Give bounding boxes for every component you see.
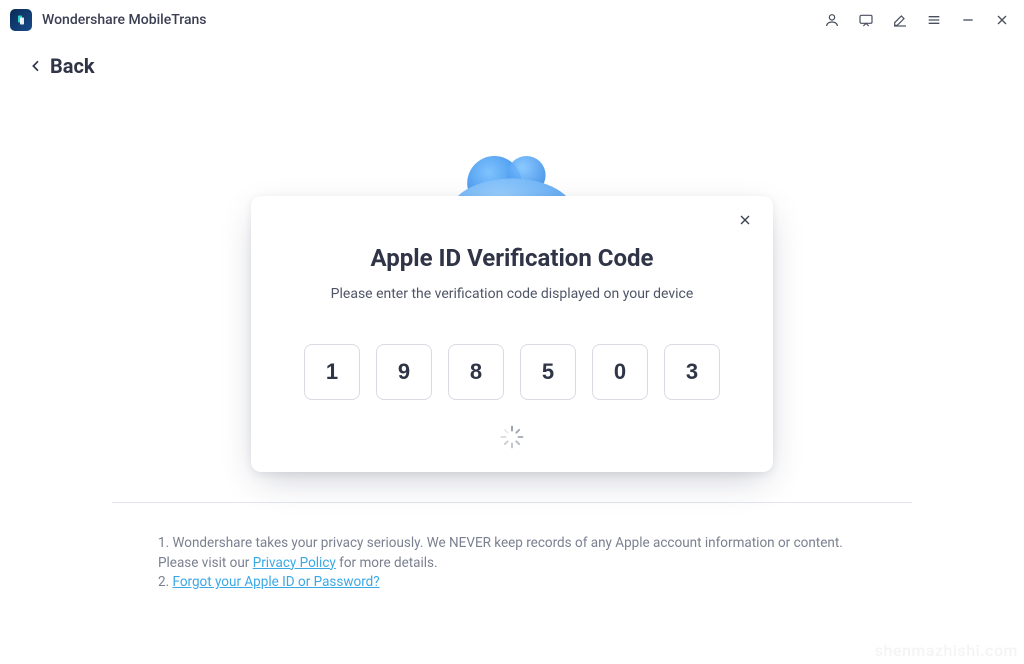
- divider: [112, 502, 912, 503]
- code-digit-5[interactable]: [592, 344, 648, 400]
- modal-title: Apple ID Verification Code: [281, 244, 743, 272]
- code-input-row: [281, 344, 743, 400]
- code-digit-4[interactable]: [520, 344, 576, 400]
- code-digit-2[interactable]: [376, 344, 432, 400]
- user-icon[interactable]: [824, 12, 840, 28]
- back-button[interactable]: Back: [0, 40, 123, 82]
- note-line-2: 2. Forgot your Apple ID or Password?: [158, 573, 884, 593]
- menu-icon[interactable]: [926, 12, 942, 28]
- minimize-icon[interactable]: [960, 12, 976, 28]
- privacy-policy-link[interactable]: Privacy Policy: [253, 555, 336, 571]
- titlebar: Wondershare MobileTrans: [0, 0, 1024, 40]
- watermark: shenmazhishi.com: [875, 641, 1018, 660]
- footer-notes: 1. Wondershare takes your privacy seriou…: [158, 534, 884, 593]
- titlebar-left: Wondershare MobileTrans: [10, 9, 207, 31]
- note1-suffix: for more details.: [336, 555, 438, 571]
- forgot-appleid-link[interactable]: Forgot your Apple ID or Password?: [173, 574, 380, 590]
- close-icon[interactable]: [737, 212, 755, 230]
- edit-icon[interactable]: [892, 12, 908, 28]
- note-line-1: 1. Wondershare takes your privacy seriou…: [158, 534, 884, 573]
- modal-subtitle: Please enter the verification code displ…: [281, 286, 743, 302]
- feedback-icon[interactable]: [858, 12, 874, 28]
- verification-modal: Apple ID Verification Code Please enter …: [251, 196, 773, 472]
- code-digit-3[interactable]: [448, 344, 504, 400]
- note2-prefix: 2.: [158, 574, 173, 590]
- app-title: Wondershare MobileTrans: [42, 12, 207, 28]
- close-window-icon[interactable]: [994, 12, 1010, 28]
- loading-spinner-icon: [499, 424, 525, 450]
- titlebar-right: [824, 12, 1010, 28]
- back-label: Back: [50, 54, 95, 78]
- code-digit-6[interactable]: [664, 344, 720, 400]
- app-logo: [10, 9, 32, 31]
- code-digit-1[interactable]: [304, 344, 360, 400]
